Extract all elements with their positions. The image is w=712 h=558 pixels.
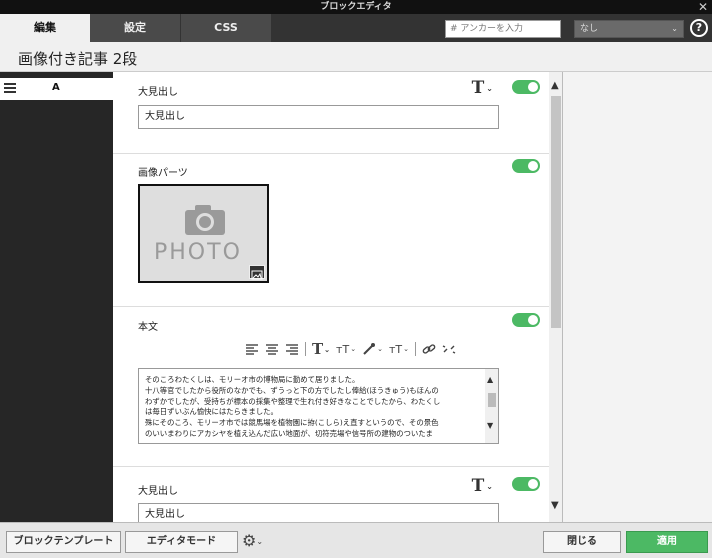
- image-select-icon[interactable]: [249, 265, 265, 280]
- image-block-label: 画像パーツ: [138, 168, 188, 179]
- link-icon[interactable]: [422, 343, 436, 355]
- close-icon[interactable]: ✕: [698, 0, 708, 14]
- apply-button[interactable]: 適用: [626, 531, 708, 553]
- rich-text-toolbar: T ⌄ тT ⌄ ⌄ тT ⌄: [245, 340, 456, 358]
- editor-scrollbar[interactable]: ▲ ▼: [485, 369, 498, 443]
- help-icon[interactable]: ?: [690, 19, 708, 37]
- heading-block-2-label: 大見出し: [138, 486, 178, 497]
- text-style-icon[interactable]: T ⌄: [472, 476, 493, 496]
- block-list-sidebar: A: [0, 72, 113, 522]
- camera-icon: [185, 205, 225, 235]
- align-left-icon[interactable]: [245, 343, 259, 355]
- photo-placeholder-text: PHOTO: [154, 240, 242, 265]
- scroll-thumb[interactable]: [488, 393, 496, 407]
- block-template-button[interactable]: ブロックテンプレート: [6, 531, 121, 553]
- bottom-toolbar: ブロックテンプレート エディタモード ⚙⌄ 閉じる 適用: [0, 522, 712, 558]
- style-select[interactable]: なし ⌄: [574, 20, 684, 38]
- text-style-icon[interactable]: T ⌄: [312, 340, 330, 358]
- tab-css[interactable]: CSS: [181, 14, 271, 42]
- body-block-toggle[interactable]: [512, 313, 540, 327]
- chevron-down-icon[interactable]: ▼: [487, 421, 493, 430]
- window-title: ブロックエディタ: [320, 2, 392, 12]
- chevron-down-icon[interactable]: ▼: [551, 500, 559, 511]
- tab-settings[interactable]: 設定: [90, 14, 180, 42]
- sidebar-item-label: A: [52, 82, 60, 93]
- heading-block-label: 大見出し: [138, 87, 178, 98]
- style-select-value: なし: [580, 24, 599, 34]
- page-title-bar: 画像付き記事 2段: [0, 42, 712, 72]
- tab-edit[interactable]: 編集: [0, 14, 90, 42]
- heading-block-2-toggle[interactable]: [512, 477, 540, 491]
- close-button[interactable]: 閉じる: [543, 531, 621, 553]
- body-text-editor[interactable]: そのころわたくしは、モリーオ市の博物局に勤めて居りました。 十八等官でしたから役…: [138, 368, 499, 444]
- preview-pane: [563, 72, 712, 522]
- align-center-icon[interactable]: [265, 343, 279, 355]
- anchor-input[interactable]: [445, 20, 561, 38]
- align-right-icon[interactable]: [285, 343, 299, 355]
- scroll-thumb[interactable]: [551, 96, 561, 328]
- chevron-up-icon[interactable]: ▲: [551, 80, 559, 91]
- menu-icon[interactable]: [4, 83, 16, 95]
- chevron-up-icon[interactable]: ▲: [487, 375, 493, 384]
- block-content-area: 大見出し T ⌄ 大見出し 画像パーツ PHOTO 本文 T ⌄ тT ⌄ ⌄ …: [113, 72, 549, 522]
- toolbar-divider: [305, 342, 306, 356]
- unlink-icon[interactable]: [442, 343, 456, 355]
- page-title: 画像付き記事 2段: [18, 50, 138, 68]
- toolbar-divider: [414, 342, 416, 356]
- main-scrollbar[interactable]: ▲ ▼: [549, 72, 563, 522]
- heading-2-input[interactable]: 大見出し: [138, 503, 499, 522]
- heading-block-2: 大見出し T ⌄ 大見出し: [113, 467, 549, 522]
- text-style-icon[interactable]: T ⌄: [472, 78, 493, 98]
- color-picker-icon[interactable]: ⌄: [362, 343, 383, 355]
- body-block-label: 本文: [138, 322, 158, 333]
- gear-icon[interactable]: ⚙⌄: [242, 531, 263, 550]
- image-placeholder[interactable]: PHOTO: [138, 184, 269, 283]
- heading-input[interactable]: 大見出し: [138, 105, 499, 129]
- font-size-icon[interactable]: тT ⌄: [336, 343, 356, 356]
- line-height-icon[interactable]: тT ⌄: [389, 343, 409, 356]
- heading-block: 大見出し T ⌄ 大見出し: [113, 72, 549, 154]
- heading-block-toggle[interactable]: [512, 80, 540, 94]
- sidebar-item-a[interactable]: A: [0, 78, 113, 100]
- image-block-toggle[interactable]: [512, 159, 540, 173]
- chevron-down-icon: ⌄: [671, 24, 678, 33]
- editor-mode-button[interactable]: エディタモード: [125, 531, 238, 553]
- body-text: そのころわたくしは、モリーオ市の博物局に勤めて居りました。 十八等官でしたから役…: [145, 375, 441, 438]
- title-bar: ブロックエディタ ✕: [0, 0, 712, 14]
- tab-row: 編集 設定 CSS なし ⌄ ?: [0, 14, 712, 42]
- block-editor-window: ブロックエディタ ✕ 編集 設定 CSS なし ⌄ ? 画像付き記事 2段 A …: [0, 0, 712, 558]
